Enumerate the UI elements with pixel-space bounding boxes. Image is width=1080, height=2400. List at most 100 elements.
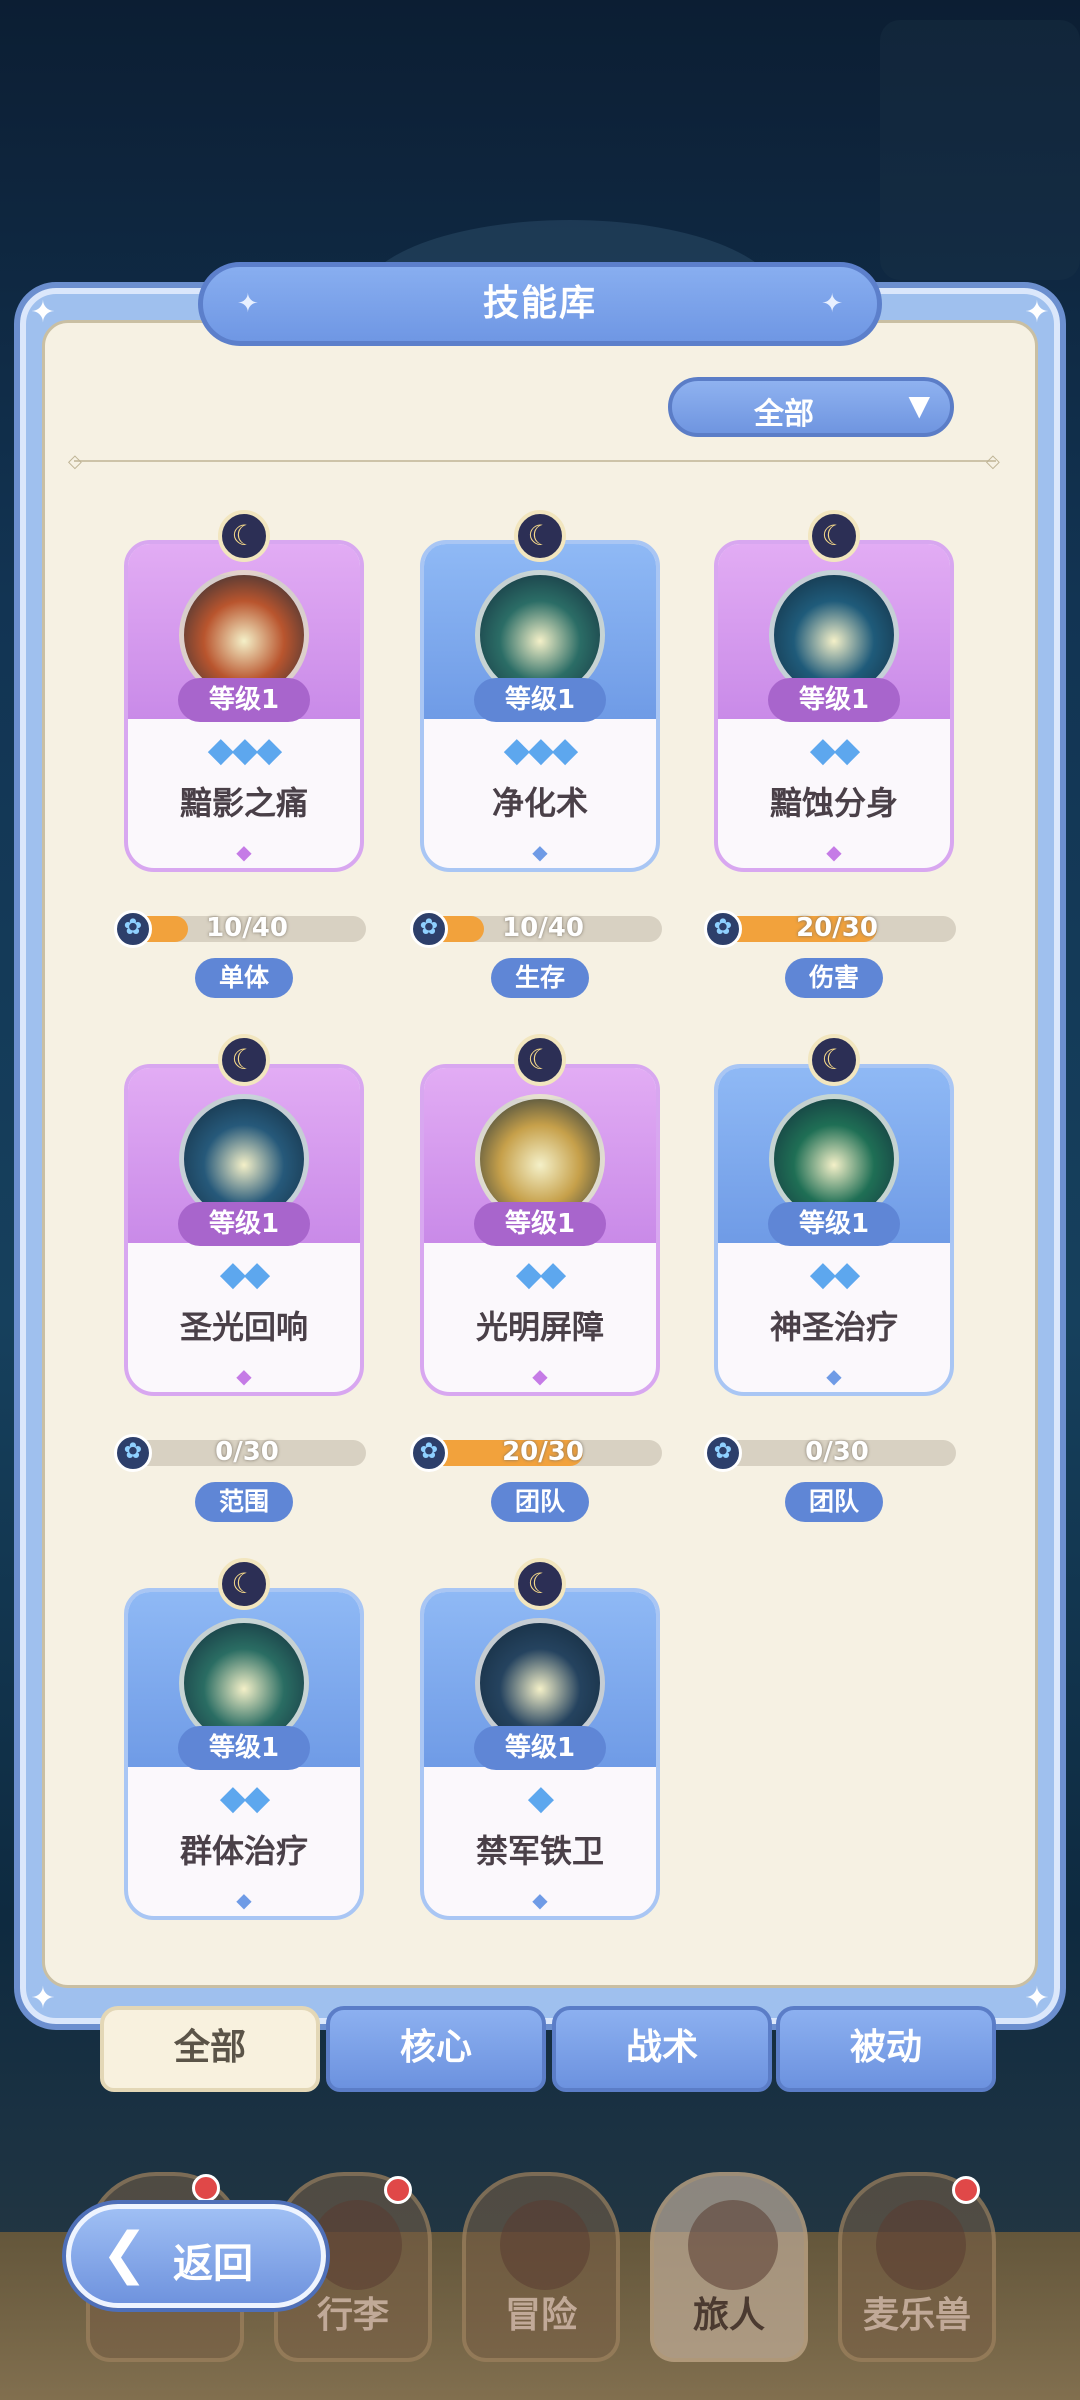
skill-name: 光明屏障	[475, 1308, 604, 1346]
filter-dropdown[interactable]: 全部 ▼	[668, 377, 954, 437]
progress-text: 10/40	[502, 913, 584, 943]
skill-level: 等级1	[768, 678, 900, 722]
back-arrow-icon: ❮	[101, 2221, 148, 2286]
skill-level: 等级1	[768, 1202, 900, 1246]
back-button-label: 返回	[173, 2241, 253, 2287]
divider	[74, 460, 996, 462]
skill-card[interactable]: ☾ 等级1 ◆◆ 圣光回响 ◆	[124, 1034, 364, 1414]
skill-card[interactable]: ☾ 等级1 ◆◆◆ 净化术 ◆	[420, 510, 660, 890]
diamond-icon: ◆	[532, 840, 548, 864]
progress-text: 20/30	[502, 1437, 584, 1467]
skill-stars: ◆◆◆	[207, 730, 282, 770]
tab-tactics[interactable]: 战术	[552, 2006, 772, 2092]
moon-icon: ☾	[514, 1558, 566, 1610]
star-icon: ✦	[821, 289, 843, 319]
diamond-icon: ◆	[236, 840, 252, 864]
skill-stars: ◆◆	[219, 1254, 270, 1294]
chevron-down-icon: ▼	[908, 389, 930, 422]
skill-stars: ◆	[527, 1778, 554, 1818]
divider-ornament: ◇	[68, 451, 82, 472]
nav-item-traveler[interactable]: 旅人	[650, 2172, 808, 2362]
skill-level: 等级1	[474, 1726, 606, 1770]
skill-progress-bar: ✿ 20/30	[704, 910, 956, 948]
skill-stars: ◆◆	[515, 1254, 566, 1294]
progress-text: 20/30	[796, 913, 878, 943]
notification-badge	[192, 2174, 220, 2202]
skill-type-tag: 伤害	[785, 958, 883, 998]
moon-icon: ☾	[218, 1034, 270, 1086]
moon-icon: ☾	[808, 510, 860, 562]
skill-type-tag: 团队	[491, 1482, 589, 1522]
progress-text: 0/30	[805, 1437, 869, 1467]
skill-progress-bar: ✿ 20/30	[410, 1434, 662, 1472]
skill-card[interactable]: ☾ 等级1 ◆◆ 群体治疗 ◆	[124, 1558, 364, 1938]
moon-icon: ☾	[514, 1034, 566, 1086]
skill-type-tag: 团队	[785, 1482, 883, 1522]
skill-card[interactable]: ☾ 等级1 ◆ 禁军铁卫 ◆	[420, 1558, 660, 1938]
tab-label: 核心	[399, 2027, 472, 2068]
tab-label: 被动	[849, 2027, 922, 2068]
progress-text: 0/30	[215, 1437, 279, 1467]
skill-card[interactable]: ☾ 等级1 ◆◆ 黯蚀分身 ◆	[714, 510, 954, 890]
skill-stars: ◆◆	[809, 1254, 860, 1294]
luggage-icon	[312, 2200, 402, 2290]
diamond-icon: ◆	[236, 1888, 252, 1912]
diamond-icon: ◆	[532, 1888, 548, 1912]
title-banner: ✦ 技能库 ✦	[198, 262, 882, 346]
back-button[interactable]: ❮ 返回	[66, 2204, 326, 2308]
filter-label: 全部	[754, 397, 814, 432]
moon-icon: ☾	[808, 1034, 860, 1086]
skill-stars: ◆◆	[219, 1778, 270, 1818]
skill-progress-bar: ✿ 0/30	[704, 1434, 956, 1472]
skill-level: 等级1	[178, 1726, 310, 1770]
skill-progress-bar: ✿ 10/40	[114, 910, 366, 948]
skill-card[interactable]: ☾ 等级1 ◆◆ 神圣治疗 ◆	[714, 1034, 954, 1414]
skill-name: 禁军铁卫	[475, 1832, 604, 1870]
traveler-avatar-icon	[688, 2200, 778, 2290]
divider-ornament: ◇	[986, 451, 1000, 472]
skill-level: 等级1	[178, 1202, 310, 1246]
background-ship	[880, 20, 1080, 280]
nav-label: 麦乐兽	[862, 2295, 971, 2336]
skill-type-tag: 范围	[195, 1482, 293, 1522]
skill-name: 黯蚀分身	[769, 784, 898, 822]
skill-type-tag: 生存	[491, 958, 589, 998]
skill-name: 黯影之痛	[179, 784, 308, 822]
skill-name: 神圣治疗	[769, 1308, 898, 1346]
tab-label: 全部	[173, 2027, 246, 2068]
corner-star-icon: ✦	[30, 295, 56, 330]
skill-level: 等级1	[474, 1202, 606, 1246]
tab-core[interactable]: 核心	[326, 2006, 546, 2092]
skill-name: 群体治疗	[179, 1832, 308, 1870]
skill-name: 净化术	[491, 784, 588, 822]
skill-progress-bar: ✿ 0/30	[114, 1434, 366, 1472]
moon-icon: ☾	[514, 510, 566, 562]
nav-item-adventure[interactable]: 冒险	[462, 2172, 620, 2362]
skill-stars: ◆◆	[809, 730, 860, 770]
diamond-icon: ◆	[826, 840, 842, 864]
diamond-icon: ◆	[532, 1364, 548, 1388]
skill-type-tag: 单体	[195, 958, 293, 998]
cat-pet-icon	[876, 2200, 966, 2290]
diamond-icon: ◆	[236, 1364, 252, 1388]
skill-card[interactable]: ☾ 等级1 ◆◆ 光明屏障 ◆	[420, 1034, 660, 1414]
progress-text: 10/40	[206, 913, 288, 943]
notification-badge	[384, 2176, 412, 2204]
notification-badge	[952, 2176, 980, 2204]
corner-star-icon: ✦	[1024, 295, 1050, 330]
moon-icon: ☾	[218, 1558, 270, 1610]
diamond-icon: ◆	[826, 1364, 842, 1388]
tab-all[interactable]: 全部	[100, 2006, 320, 2092]
skill-card[interactable]: ☾ 等级1 ◆◆◆ 黯影之痛 ◆	[124, 510, 364, 890]
crossed-swords-icon	[500, 2200, 590, 2290]
corner-star-icon: ✦	[1024, 1981, 1050, 2016]
nav-label: 旅人	[692, 2295, 765, 2336]
skill-stars: ◆◆◆	[503, 730, 578, 770]
page-title: 技能库	[482, 283, 597, 324]
moon-icon: ☾	[218, 510, 270, 562]
tab-passive[interactable]: 被动	[776, 2006, 996, 2092]
star-icon: ✦	[237, 289, 259, 319]
tab-label: 战术	[625, 2027, 698, 2068]
skill-level: 等级1	[474, 678, 606, 722]
skill-level: 等级1	[178, 678, 310, 722]
